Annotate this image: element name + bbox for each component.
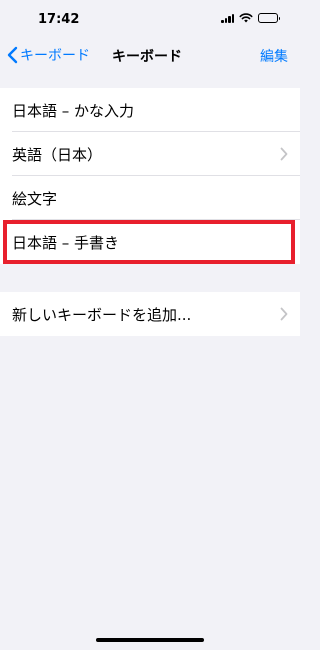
wifi-icon — [239, 13, 253, 23]
status-time: 17:42 — [38, 12, 80, 27]
chevron-right-icon — [280, 307, 288, 321]
keyboard-row-japanese-handwriting[interactable]: 日本語 – 手書き — [0, 220, 300, 264]
add-keyboard-group: 新しいキーボードを追加... — [0, 292, 300, 336]
navigation-bar: キーボード キーボード 編集 — [0, 40, 300, 74]
keyboard-row-label: 絵文字 — [12, 189, 58, 208]
chevron-left-icon — [7, 46, 18, 64]
battery-icon — [258, 13, 280, 23]
status-bar: 17:42 — [0, 0, 300, 40]
status-icons — [221, 13, 280, 23]
page-title: キーボード — [112, 49, 182, 65]
add-keyboard-label: 新しいキーボードを追加... — [12, 305, 192, 324]
back-button-label: キーボード — [20, 48, 90, 64]
keyboard-row-label: 英語（日本） — [12, 145, 103, 164]
signal-icon — [221, 13, 234, 23]
keyboard-row-english-japan[interactable]: 英語（日本） — [0, 132, 300, 176]
chevron-right-icon — [280, 147, 288, 161]
add-keyboard-row[interactable]: 新しいキーボードを追加... — [0, 292, 300, 336]
keyboard-row-emoji[interactable]: 絵文字 — [0, 176, 300, 220]
keyboard-row-label: 日本語 – かな入力 — [12, 101, 135, 120]
keyboard-list: 日本語 – かな入力 英語（日本） 絵文字 日本語 – 手書き — [0, 88, 300, 264]
home-indicator[interactable] — [96, 638, 204, 642]
keyboard-row-japanese-kana[interactable]: 日本語 – かな入力 — [0, 88, 300, 132]
back-button[interactable]: キーボード — [6, 45, 90, 65]
edit-button[interactable]: 編集 — [260, 46, 288, 66]
keyboard-row-label: 日本語 – 手書き — [12, 233, 120, 252]
